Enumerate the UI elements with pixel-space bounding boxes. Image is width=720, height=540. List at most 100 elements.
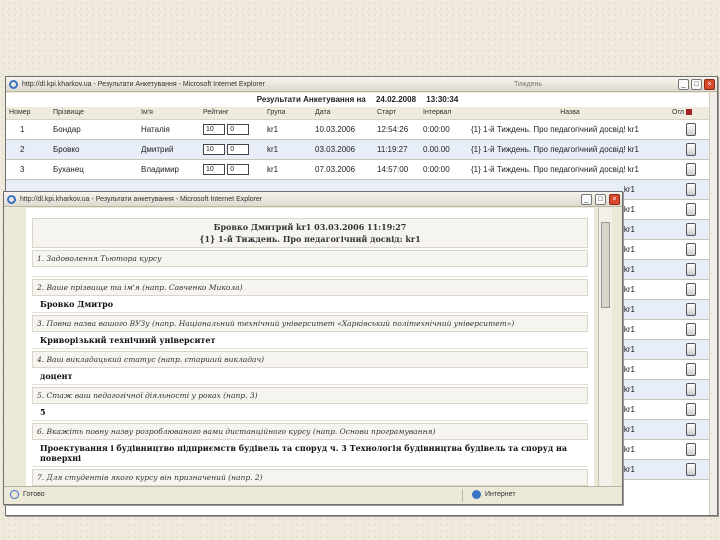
- cell-interval: 0.00.00: [420, 139, 468, 160]
- answers-header-line2: {1} 1-й Тиждень. Про педагогічний досвід…: [199, 234, 421, 244]
- column-header[interactable]: Прізвище: [50, 107, 138, 120]
- view-button[interactable]: [685, 242, 696, 256]
- cell-interval: 0:00:00: [420, 119, 468, 140]
- rating-input[interactable]: 10: [203, 123, 225, 135]
- scrollbar-thumb[interactable]: [601, 222, 610, 308]
- rating-input[interactable]: 0: [227, 123, 250, 135]
- view-button[interactable]: [685, 302, 696, 316]
- column-header[interactable]: Дата: [312, 107, 374, 120]
- answers-scrollbar[interactable]: [598, 208, 612, 486]
- cell-view: [669, 319, 709, 340]
- column-header[interactable]: Старт: [374, 107, 420, 120]
- status-zone: Интернет: [472, 487, 516, 503]
- cell-interval: 0:00:00: [420, 159, 468, 180]
- minimize-button[interactable]: _: [678, 79, 689, 90]
- column-header[interactable]: Ім'я: [138, 107, 200, 120]
- view-button[interactable]: [685, 222, 696, 236]
- view-button[interactable]: [685, 342, 696, 356]
- column-header[interactable]: Огл: [669, 107, 709, 120]
- view-button[interactable]: [685, 142, 696, 156]
- cell-start: 12:54:26: [374, 119, 420, 140]
- rating-input[interactable]: 0: [227, 143, 250, 155]
- answer-value: [32, 267, 588, 277]
- cell-date: 03.03.2006: [312, 139, 374, 160]
- cell-view: [669, 439, 709, 460]
- table-row[interactable]: 1 Бондар Наталія 10 0 kr1 10.03.2006 12:…: [6, 119, 709, 140]
- rating-input[interactable]: 10: [203, 143, 225, 155]
- cell-rating: 10 0: [200, 159, 264, 180]
- cell-surname: Бондар: [50, 119, 138, 140]
- column-header[interactable]: Номер: [6, 107, 50, 120]
- question-label: 4. Ваш викладацький статус (напр. старши…: [32, 351, 588, 368]
- cell-view: [669, 379, 709, 400]
- status-text: Готово: [23, 491, 45, 498]
- maximize-button[interactable]: □: [595, 194, 606, 205]
- maximize-button[interactable]: □: [691, 79, 702, 90]
- rating-input[interactable]: 0: [227, 163, 250, 175]
- cell-surname: Буханец: [50, 159, 138, 180]
- question-list: 1. Задоволення Тьютора курсу 2. Ваше пріз…: [26, 250, 594, 486]
- answers-window: http://dl.kpi.kharkov.ua - Результати ан…: [3, 191, 623, 505]
- cell-view: [669, 239, 709, 260]
- view-button[interactable]: [685, 442, 696, 456]
- cell-date: 07.03.2006: [312, 159, 374, 180]
- table-row[interactable]: 3 Буханец Владимир 10 0 kr1 07.03.2006 1…: [6, 159, 709, 180]
- cell-group: kr1: [264, 159, 312, 180]
- view-button[interactable]: [685, 402, 696, 416]
- cell-view: [669, 399, 709, 420]
- answer-value: Бровко Дмитро: [32, 296, 588, 313]
- ie-icon: [7, 195, 16, 204]
- answers-window-titlebar[interactable]: http://dl.kpi.kharkov.ua - Результати ан…: [4, 192, 622, 207]
- cell-start: 14:57:00: [374, 159, 420, 180]
- view-button[interactable]: [685, 362, 696, 376]
- close-button[interactable]: ×: [609, 194, 620, 205]
- results-scrollbar[interactable]: [709, 93, 717, 515]
- cell-name: Дмитрий: [138, 139, 200, 160]
- cell-start: 11:19:27: [374, 139, 420, 160]
- status-left: Готово: [10, 487, 45, 503]
- view-button[interactable]: [685, 462, 696, 476]
- cell-title: {1} 1-й Тиждень. Про педагогічний досвід…: [468, 139, 669, 160]
- cell-view: [669, 459, 709, 480]
- view-button[interactable]: [685, 382, 696, 396]
- view-button[interactable]: [685, 322, 696, 336]
- view-button[interactable]: [685, 282, 696, 296]
- column-header[interactable]: Назва: [468, 107, 669, 120]
- answers-header-line1: Бровко Дмитрий kr1 03.03.2006 11:19:27: [213, 222, 407, 232]
- answers-header: Бровко Дмитрий kr1 03.03.2006 11:19:27 {…: [32, 218, 588, 248]
- results-date: 24.02.2008: [375, 95, 417, 104]
- view-button[interactable]: [685, 162, 696, 176]
- cell-view: [669, 199, 709, 220]
- cell-view: [669, 119, 709, 140]
- answer-value: доцент: [32, 368, 588, 385]
- question-label: 5. Стаж ваш педагогічної діяльності у ро…: [32, 387, 588, 404]
- cell-title: {1} 1-й Тиждень. Про педагогічний досвід…: [468, 159, 669, 180]
- view-button[interactable]: [685, 182, 696, 196]
- close-button[interactable]: ×: [704, 79, 715, 90]
- red-square-icon: [685, 109, 692, 116]
- cell-view: [669, 159, 709, 180]
- cell-view: [669, 259, 709, 280]
- results-heading-label: Результати Анкетування на: [256, 95, 366, 104]
- column-header[interactable]: Група: [264, 107, 312, 120]
- view-button[interactable]: [685, 202, 696, 216]
- view-button[interactable]: [685, 122, 696, 136]
- results-window-title: http://dl.kpi.kharkov.ua - Результати Ан…: [22, 81, 265, 88]
- column-header[interactable]: Інтервал: [420, 107, 468, 120]
- table-row[interactable]: 2 Бровко Дмитрий 10 0 kr1 03.03.2006 11:…: [6, 139, 709, 160]
- answer-value: Криворізький технічний університет: [32, 332, 588, 349]
- cell-group: kr1: [264, 119, 312, 140]
- results-window-titlebar[interactable]: http://dl.kpi.kharkov.ua - Результати Ан…: [6, 77, 717, 92]
- answers-content: Бровко Дмитрий kr1 03.03.2006 11:19:27 {…: [26, 208, 594, 486]
- question-label: 2. Ваше прізвище та ім'я (напр. Савченко…: [32, 279, 588, 296]
- question-label: 1. Задоволення Тьютора курсу: [32, 250, 588, 267]
- answer-value: Проектування і будівництво підприємств б…: [32, 440, 588, 467]
- view-button[interactable]: [685, 262, 696, 276]
- question-label: 7. Для студентів якого курсу він признач…: [32, 469, 588, 486]
- view-button[interactable]: [685, 422, 696, 436]
- column-header[interactable]: Рейтинг: [200, 107, 264, 120]
- rating-input[interactable]: 10: [203, 163, 225, 175]
- minimize-button[interactable]: _: [581, 194, 592, 205]
- cell-name: Владимир: [138, 159, 200, 180]
- table-header: Номер Прізвище Ім'я Рейтинг Група Дата С…: [6, 107, 709, 120]
